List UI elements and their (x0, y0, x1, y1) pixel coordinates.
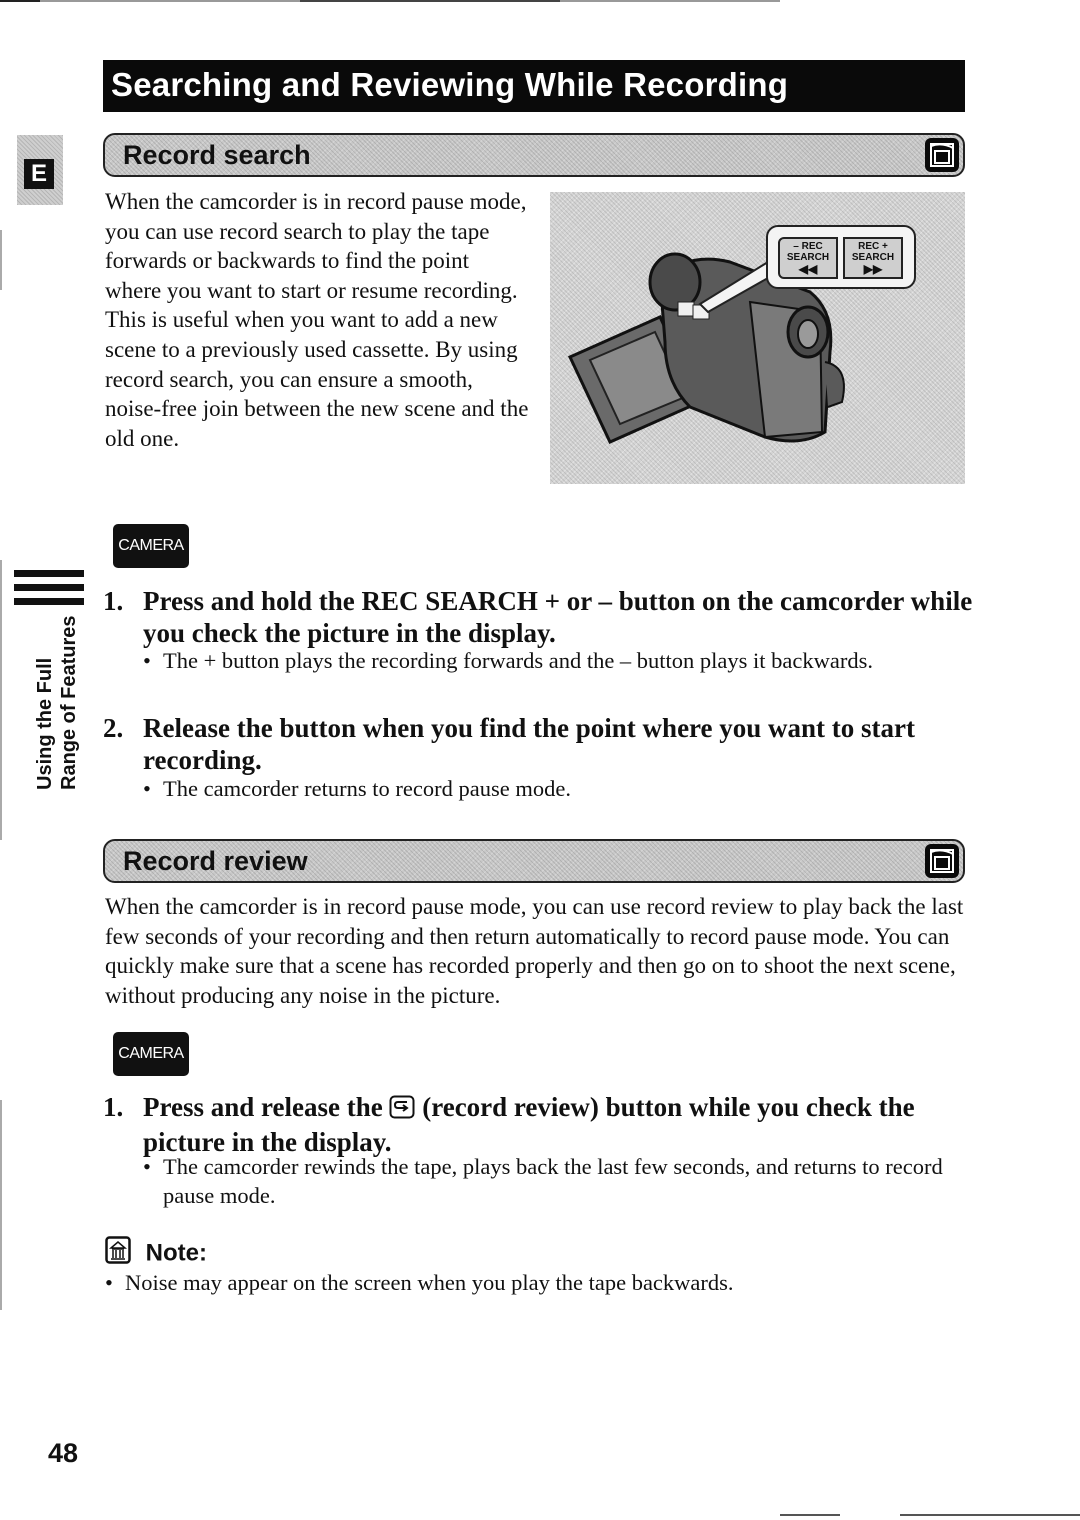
camcorder-illustration: – REC SEARCH ◀◀ REC + SEARCH ▶▶ (550, 192, 965, 484)
step-1: 1. Press and hold the REC SEARCH + or – … (103, 585, 973, 649)
bullet-text: The camcorder rewinds the tape, plays ba… (163, 1154, 943, 1208)
page-number: 48 (48, 1438, 79, 1468)
camera-mode-badge: CAMERA (113, 524, 189, 568)
chapter-marker (14, 570, 84, 612)
section-heading-record-review: Record review (103, 839, 965, 883)
step-2: 2. Release the button when you find the … (103, 712, 973, 776)
step-text: Release the button when you find the poi… (143, 713, 916, 775)
note-item: • Noise may appear on the screen when yo… (105, 1268, 965, 1298)
bullet-text: The camcorder returns to record pause mo… (163, 776, 571, 801)
step-number: 2. (103, 713, 124, 743)
scan-bottom-edge (780, 1514, 840, 1516)
scan-bottom-edge (900, 1514, 1080, 1516)
button-label-line1: – REC (793, 241, 823, 252)
bullet-text: The + button plays the recording forward… (163, 648, 874, 673)
side-label-line2: Range of Features (58, 615, 80, 790)
fast-forward-icon: ▶▶ (863, 262, 883, 276)
record-review-icon (389, 1094, 415, 1126)
tape-mode-icon (925, 138, 959, 172)
step-bullet: • The + button plays the recording forwa… (143, 647, 973, 676)
button-label-line1: REC + (858, 241, 888, 252)
note-item-text: Noise may appear on the screen when you … (125, 1270, 734, 1295)
section-heading-label: Record review (123, 846, 308, 876)
step-text: Press and release the (record review) bu… (143, 1091, 973, 1158)
bullet-icon: • (105, 1270, 113, 1295)
language-badge: E (24, 159, 54, 189)
step-bullet: • The camcorder returns to record pause … (143, 775, 973, 804)
review-step-1: 1. Press and release the (record review)… (103, 1091, 973, 1158)
side-label-line1: Using the Full (34, 657, 56, 790)
step-text-before: Press and release the (143, 1092, 383, 1122)
page-title: Searching and Reviewing While Recording (103, 60, 965, 112)
scan-left-edge (0, 560, 2, 840)
scan-left-edge (0, 1100, 2, 1310)
rewind-icon: ◀◀ (798, 262, 818, 276)
scan-left-edge (0, 230, 2, 290)
bullet-icon: • (143, 1154, 151, 1179)
section-heading-label: Record search (123, 140, 311, 170)
step-bullet: • The camcorder rewinds the tape, plays … (143, 1153, 973, 1210)
chapter-side-label: Using the Full Range of Features (33, 616, 81, 790)
record-search-intro: When the camcorder is in record pause mo… (105, 189, 529, 451)
step-number: 1. (103, 1092, 124, 1122)
record-review-intro: When the camcorder is in record pause mo… (105, 894, 964, 1008)
camera-mode-badge: CAMERA (113, 1032, 189, 1076)
note-heading: Note: (105, 1236, 207, 1272)
step-number: 1. (103, 586, 124, 616)
bullet-icon: • (143, 648, 151, 673)
button-callout: – REC SEARCH ◀◀ REC + SEARCH ▶▶ (766, 225, 916, 289)
rec-search-minus-button: – REC SEARCH ◀◀ (778, 237, 838, 279)
note-heading-text: Note: (145, 1239, 207, 1267)
rec-search-plus-button: REC + SEARCH ▶▶ (843, 237, 903, 279)
step-text: Press and hold the REC SEARCH + or – but… (143, 586, 973, 648)
language-tab: E (17, 135, 63, 205)
tape-mode-icon (925, 844, 959, 878)
note-icon (105, 1236, 131, 1272)
scan-top-edge (0, 0, 780, 2)
bullet-icon: • (143, 776, 151, 801)
section-heading-record-search: Record search (103, 133, 965, 177)
